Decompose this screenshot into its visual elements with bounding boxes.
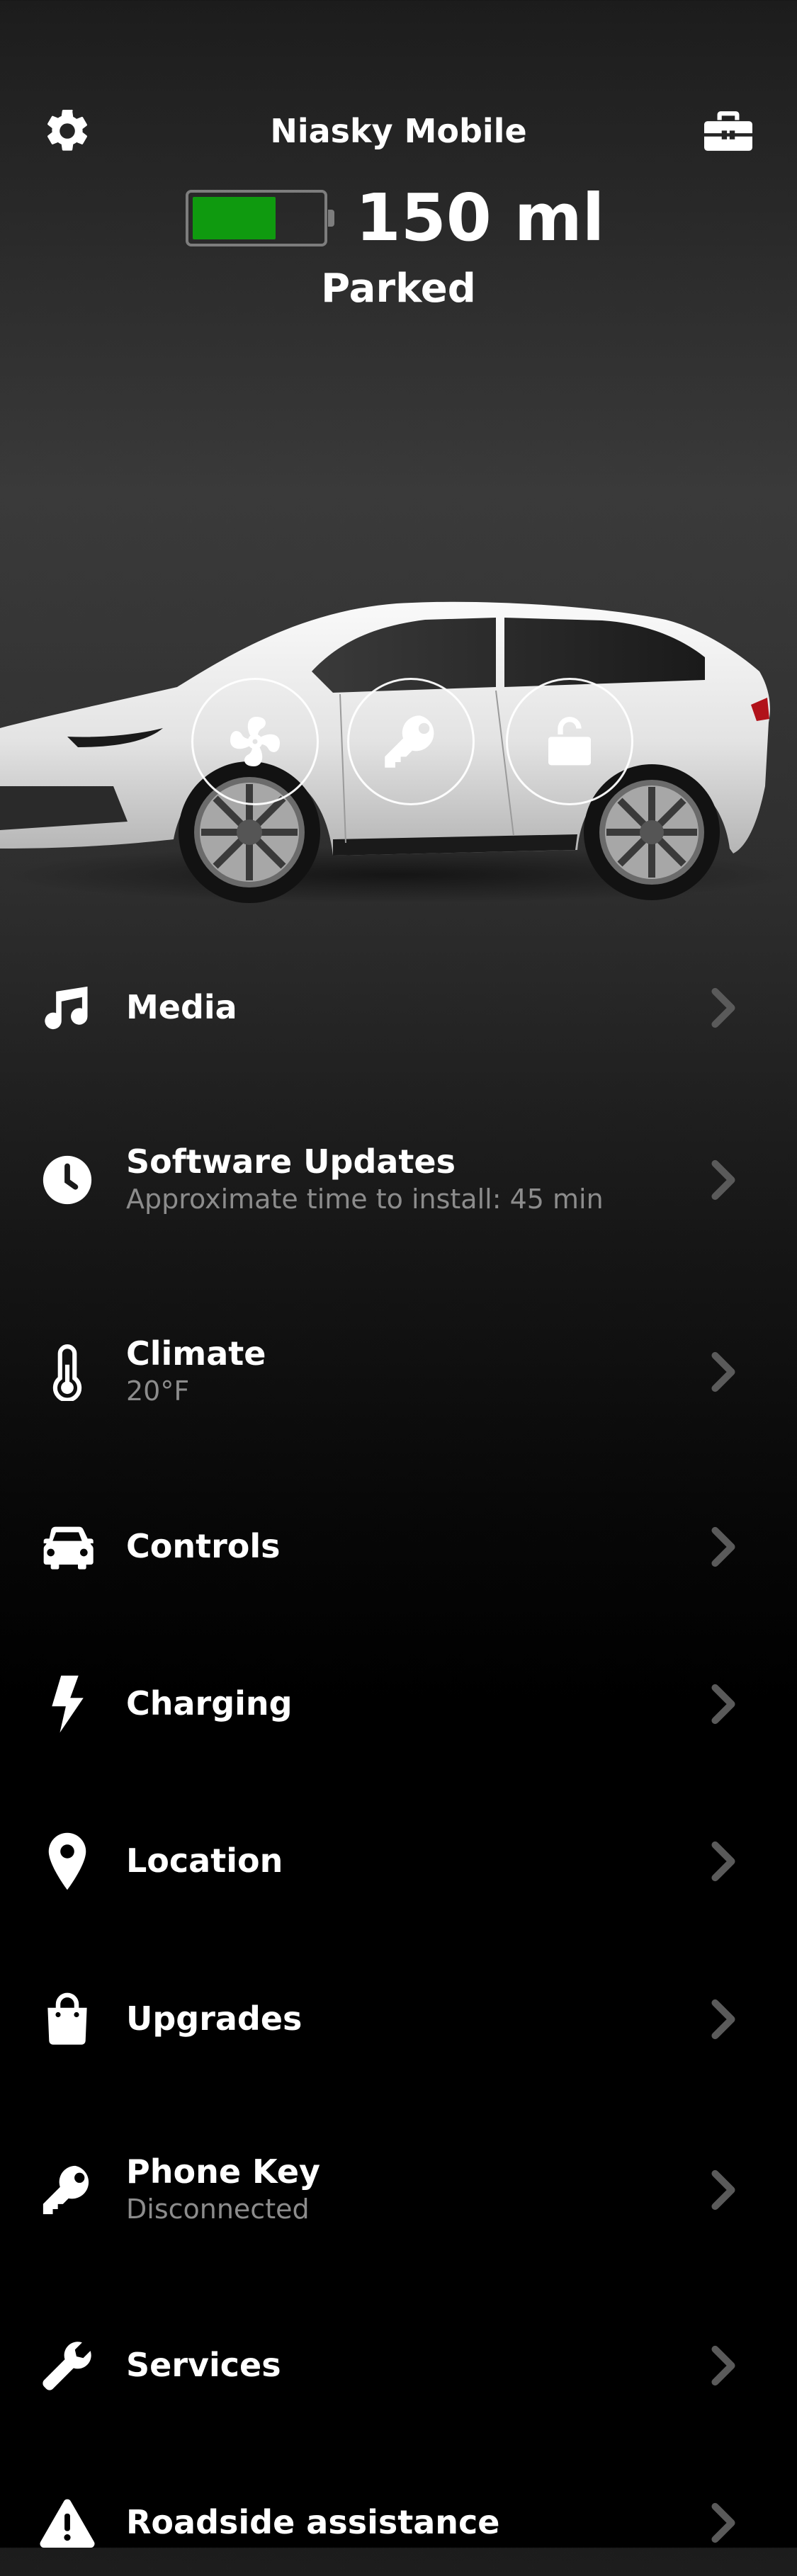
- range-value: 150 ml: [355, 180, 605, 256]
- menu-subtitle: 20°F: [126, 1375, 190, 1407]
- key-icon: [43, 2165, 89, 2215]
- lock-quick-button[interactable]: [506, 678, 633, 805]
- chevron-right-icon: [702, 1683, 745, 1725]
- menu-item-upgrades[interactable]: Upgrades: [0, 1966, 797, 2072]
- menu-item-software-updates[interactable]: Software Updates Approximate time to ins…: [0, 1127, 797, 1233]
- clock-icon: [43, 1155, 92, 1205]
- chevron-right-icon: [702, 1840, 745, 1883]
- car-image-area: [0, 552, 797, 921]
- music-note-icon: [45, 986, 88, 1030]
- battery-fill: [192, 197, 276, 239]
- menu-item-roadside-assistance[interactable]: Roadside assistance: [0, 2470, 797, 2576]
- menu-item-controls[interactable]: Controls: [0, 1494, 797, 1600]
- thermometer-icon: [52, 1344, 82, 1401]
- menu-label: Software Updates: [126, 1142, 456, 1181]
- toolbox-button[interactable]: [696, 99, 760, 163]
- fan-icon: [230, 717, 280, 766]
- menu-label: Climate: [126, 1334, 266, 1373]
- menu-item-location[interactable]: Location: [0, 1808, 797, 1914]
- chevron-right-icon: [702, 987, 745, 1029]
- chevron-right-icon: [702, 1351, 745, 1393]
- chevron-right-icon: [702, 2169, 745, 2211]
- unlock-icon: [548, 717, 591, 766]
- vehicle-status: Parked: [321, 266, 476, 312]
- car-icon: [43, 1526, 94, 1570]
- menu-label: Charging: [126, 1684, 293, 1723]
- battery-row: 150 ml: [0, 186, 797, 251]
- chevron-right-icon: [702, 2502, 745, 2544]
- menu-item-services[interactable]: Services: [0, 2313, 797, 2419]
- menu-label: Upgrades: [126, 1999, 303, 2038]
- battery-indicator: [185, 190, 334, 246]
- menu-item-media[interactable]: Media: [0, 955, 797, 1061]
- menu-label: Phone Key: [126, 2152, 321, 2191]
- menu-label: Location: [126, 1842, 283, 1880]
- menu-label: Media: [126, 988, 237, 1027]
- header: Niasky Mobile 150 ml Parked: [0, 0, 797, 333]
- menu-item-climate[interactable]: Climate 20°F: [0, 1319, 797, 1425]
- warning-icon: [40, 2499, 95, 2548]
- toolbox-icon: [704, 111, 752, 151]
- wrench-icon: [43, 2342, 91, 2390]
- menu-item-charging[interactable]: Charging: [0, 1651, 797, 1757]
- map-pin-icon: [48, 1832, 86, 1890]
- key-icon: [385, 715, 434, 768]
- menu-item-phone-key[interactable]: Phone Key Disconnected: [0, 2137, 797, 2243]
- chevron-right-icon: [702, 1159, 745, 1201]
- chevron-right-icon: [702, 1998, 745, 2041]
- key-quick-button[interactable]: [347, 678, 475, 805]
- shopping-bag-icon: [47, 1992, 87, 2045]
- chevron-right-icon: [702, 2344, 745, 2387]
- menu-label: Controls: [126, 1527, 281, 1566]
- menu-subtitle: Approximate time to install: 45 min: [126, 1183, 604, 1215]
- menu-label: Roadside assistance: [126, 2503, 500, 2542]
- menu-label: Services: [126, 2346, 281, 2385]
- car-name: Niasky Mobile: [270, 112, 527, 150]
- lightning-icon: [52, 1675, 84, 1733]
- menu-subtitle: Disconnected: [126, 2193, 310, 2225]
- battery-tip: [327, 210, 334, 227]
- climate-quick-button[interactable]: [191, 678, 319, 805]
- chevron-right-icon: [702, 1526, 745, 1568]
